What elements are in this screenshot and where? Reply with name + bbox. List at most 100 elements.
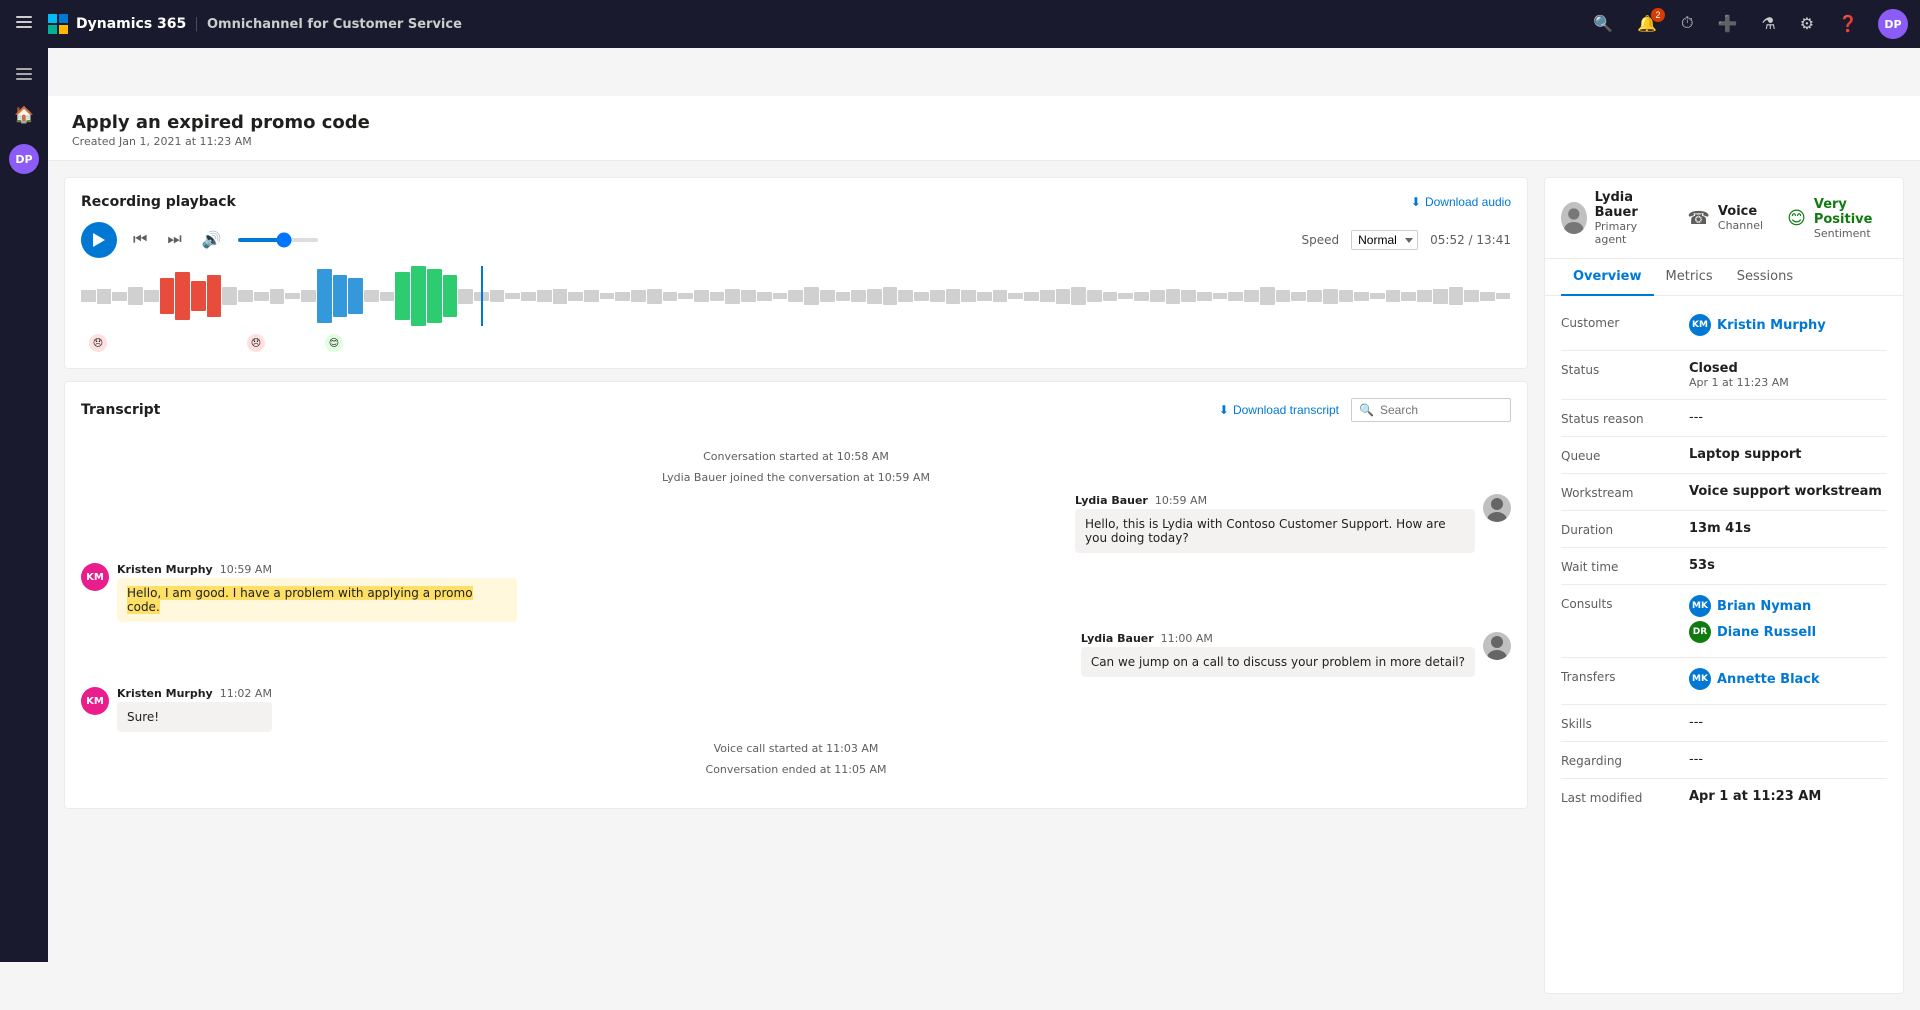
transfer-name-annette[interactable]: Annette Black (1717, 672, 1820, 687)
highlighted-text: Hello, I am good. I have a problem with … (127, 586, 473, 614)
customer-avatar: KM (1689, 314, 1711, 336)
hamburger-menu-button[interactable] (12, 10, 36, 39)
info-row-queue: Queue Laptop support (1561, 437, 1887, 474)
system-msg-2: Lydia Bauer joined the conversation at 1… (81, 471, 1511, 484)
channel-info-item: ☎ Voice Channel (1687, 204, 1763, 232)
channel-sublabel: Channel (1718, 219, 1763, 232)
sidebar-user-avatar[interactable]: DP (9, 144, 39, 174)
info-row-status-reason: Status reason --- (1561, 400, 1887, 437)
transcript-header: Transcript ⬇ Download transcript 🔍 (81, 398, 1511, 422)
transfers-label: Transfers (1561, 668, 1681, 684)
info-row-regarding: Regarding --- (1561, 742, 1887, 779)
sentiment-sublabel: Sentiment (1814, 227, 1887, 240)
status-text: Closed (1689, 361, 1887, 376)
transcript-search-input[interactable] (1351, 398, 1511, 422)
user-avatar[interactable]: DP (1878, 9, 1908, 39)
agent-info-text: Lydia Bauer Primary agent (1595, 190, 1664, 246)
time-display: 05:52 / 13:41 (1430, 233, 1511, 247)
info-row-transfers: Transfers MK Annette Black (1561, 658, 1887, 705)
search-button[interactable]: 🔍 (1589, 10, 1617, 38)
skills-value: --- (1689, 715, 1887, 730)
msg-meta-1: Lydia Bauer 10:59 AM (1075, 494, 1475, 507)
msg-sender-3: Lydia Bauer (1081, 632, 1154, 645)
customer-item: KM Kristin Murphy (1689, 314, 1887, 336)
brand-name: Dynamics 365 (76, 16, 186, 32)
recording-header: Recording playback ⬇ Download audio (81, 194, 1511, 210)
agent-info-item: Lydia Bauer Primary agent (1561, 190, 1663, 246)
sidebar-hamburger[interactable] (6, 56, 42, 92)
volume-button[interactable]: 🔊 (198, 226, 226, 254)
brand-logo: Dynamics 365 | Omnichannel for Customer … (48, 14, 462, 34)
download-audio-button[interactable]: ⬇ Download audio (1411, 195, 1511, 209)
transfers-value: MK Annette Black (1689, 668, 1887, 694)
rewind-button[interactable]: ⏮ (129, 227, 151, 253)
download-transcript-button[interactable]: ⬇ Download transcript (1219, 403, 1339, 417)
wait-time-value: 53s (1689, 558, 1887, 573)
customer-label: Customer (1561, 314, 1681, 330)
waveform-bars (81, 266, 1511, 326)
sidebar-home[interactable]: 🏠 (6, 96, 42, 132)
consult-name-diane[interactable]: Diane Russell (1717, 625, 1816, 640)
add-button[interactable]: ➕ (1713, 10, 1741, 38)
msg-bubble-4: Sure! (117, 702, 272, 732)
last-modified-value: Apr 1 at 11:23 AM (1689, 789, 1887, 804)
main-content: Apply an expired promo code Created Jan … (48, 96, 1920, 1010)
sentiment-marker-positive: 😊 (325, 334, 343, 352)
volume-slider[interactable] (238, 238, 318, 242)
download-transcript-label: Download transcript (1233, 403, 1339, 417)
notifications-button[interactable]: 🔔 2 (1633, 10, 1661, 38)
speed-select[interactable]: Normal 0.5x 0.75x 1.25x 1.5x 2x (1351, 230, 1418, 250)
tab-overview[interactable]: Overview (1561, 259, 1654, 296)
recording-title: Recording playback (81, 194, 236, 210)
msg-content-4: Kristen Murphy 11:02 AM Sure! (117, 687, 272, 732)
download-icon: ⬇ (1411, 195, 1421, 209)
system-msg-3: Voice call started at 11:03 AM (81, 742, 1511, 755)
tab-sessions[interactable]: Sessions (1725, 259, 1805, 296)
top-navigation: Dynamics 365 | Omnichannel for Customer … (0, 0, 1920, 48)
info-row-customer: Customer KM Kristin Murphy (1561, 304, 1887, 351)
forward-button[interactable]: ⏭ (163, 227, 185, 253)
tabs-bar: Overview Metrics Sessions (1545, 259, 1903, 296)
waveform-container[interactable] (81, 266, 1511, 326)
system-msg-4: Conversation ended at 11:05 AM (81, 763, 1511, 776)
speed-label: Speed (1302, 233, 1340, 247)
msg-sender-2: Kristen Murphy (117, 563, 213, 576)
time-current: 05:52 (1430, 233, 1465, 247)
timer-button[interactable]: ⏱ (1677, 11, 1697, 37)
sentiment-marker-negative-2: 😞 (247, 334, 265, 352)
consults-label: Consults (1561, 595, 1681, 611)
app-name: Omnichannel for Customer Service (207, 17, 462, 32)
info-row-status: Status Closed Apr 1 at 11:23 AM (1561, 351, 1887, 400)
sentiment-icon: 😊 (1787, 208, 1806, 229)
lydia-avatar-2 (1483, 632, 1511, 660)
left-panel: Recording playback ⬇ Download audio ⏮ ⏭ (64, 177, 1528, 994)
sentiment-marker-negative-1: 😞 (89, 334, 107, 352)
duration-value: 13m 41s (1689, 521, 1887, 536)
download-audio-label: Download audio (1425, 195, 1511, 209)
filter-button[interactable]: ⚗ (1757, 10, 1779, 38)
last-modified-label: Last modified (1561, 789, 1681, 805)
right-panel: Lydia Bauer Primary agent ☎ Voice Channe… (1544, 177, 1904, 994)
agent-role: Primary agent (1595, 220, 1664, 246)
sentiment-text: Very Positive Sentiment (1814, 197, 1887, 240)
status-value: Closed Apr 1 at 11:23 AM (1689, 361, 1887, 389)
transfer-avatar-annette: MK (1689, 668, 1711, 690)
consult-name-brian[interactable]: Brian Nyman (1717, 599, 1811, 614)
tab-metrics[interactable]: Metrics (1654, 259, 1725, 296)
search-icon: 🔍 (1359, 403, 1374, 417)
help-button[interactable]: ❓ (1834, 10, 1862, 38)
msg-meta-3: Lydia Bauer 11:00 AM (1081, 632, 1475, 645)
transcript-card: Transcript ⬇ Download transcript 🔍 (64, 381, 1528, 809)
msg-sender-4: Kristen Murphy (117, 687, 213, 700)
kristen-avatar-2: KM (81, 687, 109, 715)
play-button[interactable] (81, 222, 117, 258)
queue-value: Laptop support (1689, 447, 1887, 462)
nav-actions: 🔍 🔔 2 ⏱ ➕ ⚗ ⚙ ❓ DP (1589, 9, 1908, 39)
customer-name[interactable]: Kristin Murphy (1717, 318, 1826, 333)
recording-card: Recording playback ⬇ Download audio ⏮ ⏭ (64, 177, 1528, 369)
channel-text: Voice Channel (1718, 204, 1763, 232)
overview-content: Customer KM Kristin Murphy Status Closed… (1545, 296, 1903, 993)
settings-button[interactable]: ⚙ (1796, 10, 1818, 38)
msg-content-2: Kristen Murphy 10:59 AM Hello, I am good… (117, 563, 517, 622)
content-area: Recording playback ⬇ Download audio ⏮ ⏭ (48, 161, 1920, 1010)
